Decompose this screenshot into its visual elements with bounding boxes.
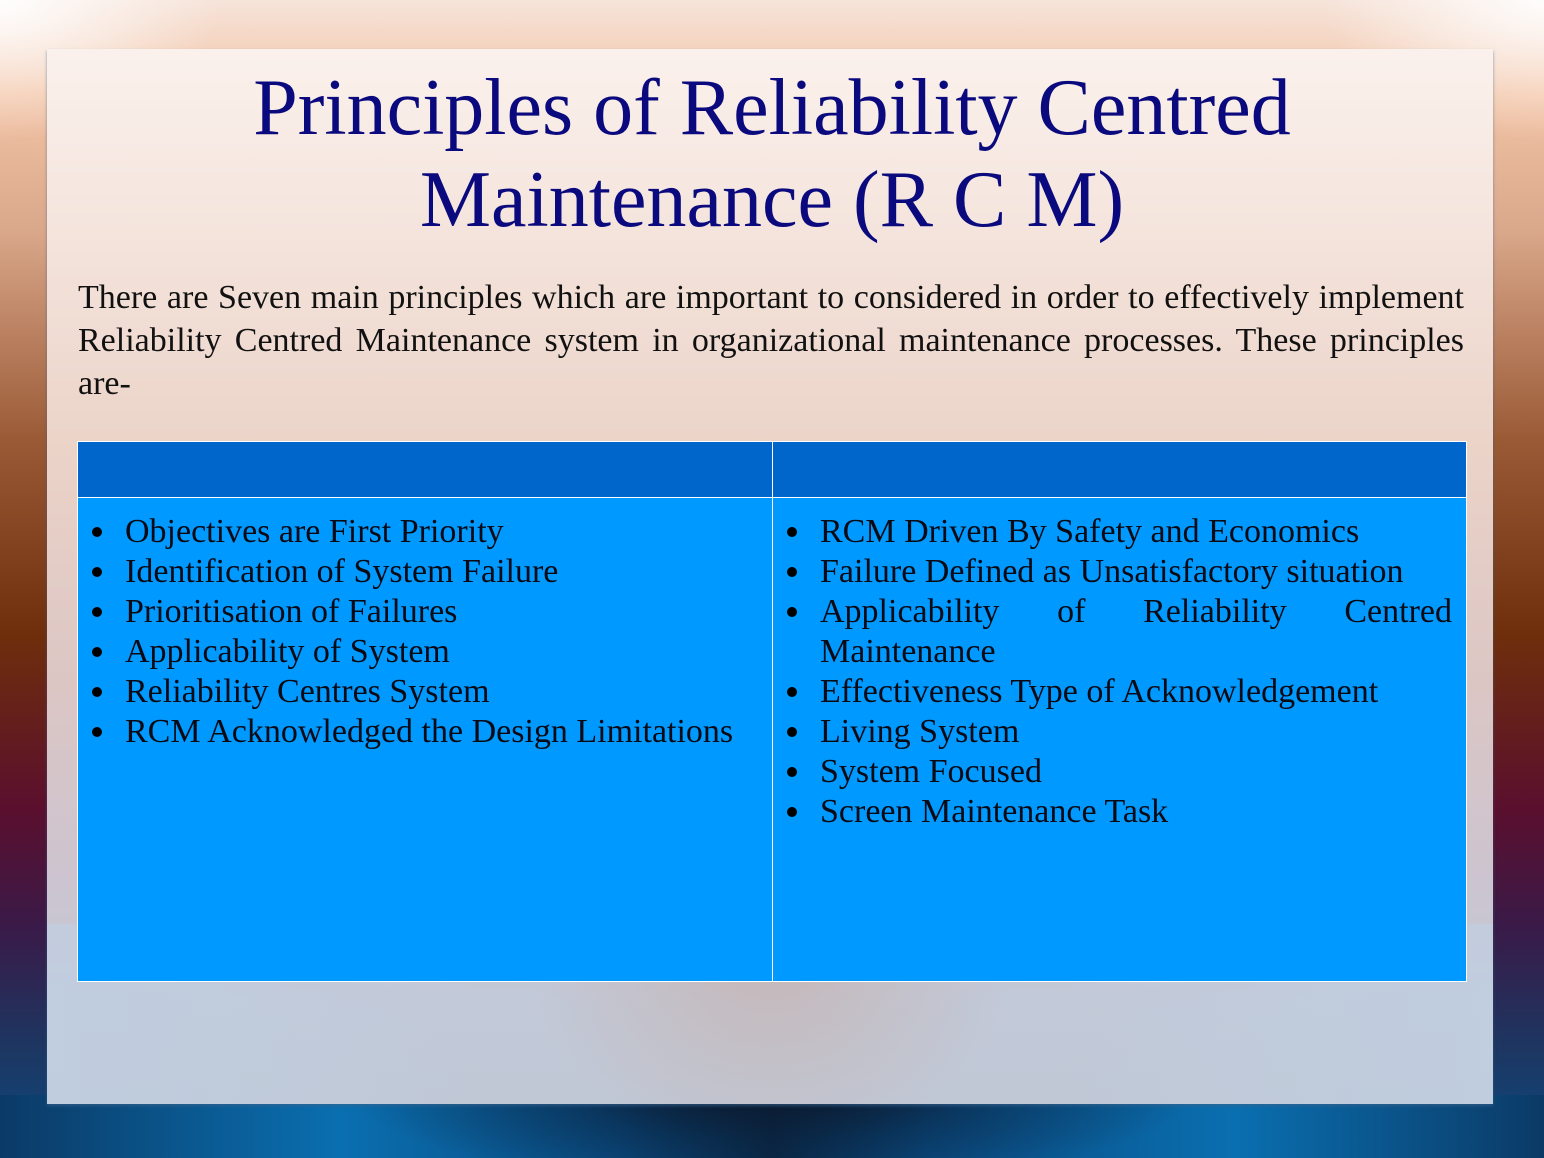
slide-title: Principles of Reliability Centred Mainte… — [0, 62, 1544, 246]
list-item: Reliability Centres System — [92, 672, 758, 712]
table-header-cell-left — [77, 441, 773, 498]
table-header-cell-right — [772, 441, 1467, 498]
bullet-dot-icon — [787, 767, 797, 777]
list-item: RCM Driven By Safety and Economics — [787, 512, 1452, 552]
list-item: Objectives are First Priority — [92, 512, 758, 552]
list-item-text: Identification of System Failure — [125, 553, 559, 590]
list-item: Applicability of System — [92, 632, 758, 672]
table-body-row: Objectives are First Priority Identificat… — [77, 497, 1467, 982]
bullet-dot-icon — [92, 567, 102, 577]
list-item-text: Applicability of Reliability Centred Mai… — [820, 593, 1452, 670]
bullet-dot-icon — [92, 527, 102, 537]
bullet-dot-icon — [787, 807, 797, 817]
principles-list-right: RCM Driven By Safety and Economics Failur… — [773, 498, 1466, 832]
list-item-text: Applicability of System — [125, 633, 450, 670]
list-item-text: Objectives are First Priority — [125, 513, 504, 550]
background-bottom-band — [0, 1095, 1544, 1158]
list-item-text: RCM Driven By Safety and Economics — [820, 513, 1360, 550]
list-item-text: Failure Defined as Unsatisfactory situat… — [820, 553, 1404, 590]
slide-title-line-1: Principles of Reliability Centred — [253, 64, 1291, 152]
bullet-dot-icon — [92, 607, 102, 617]
table-cell-left: Objectives are First Priority Identificat… — [77, 497, 773, 982]
list-item: System Focused — [787, 752, 1452, 792]
list-item: Effectiveness Type of Acknowledgement — [787, 672, 1452, 712]
list-item-text: Living System — [820, 713, 1020, 750]
list-item: Failure Defined as Unsatisfactory situat… — [787, 552, 1452, 592]
list-item-text: System Focused — [820, 753, 1042, 790]
intro-paragraph: There are Seven main principles which ar… — [78, 279, 1464, 402]
list-item-text: Reliability Centres System — [125, 673, 490, 710]
bullet-dot-icon — [92, 687, 102, 697]
list-item: Identification of System Failure — [92, 552, 758, 592]
list-item-text: Screen Maintenance Task — [820, 793, 1169, 830]
bullet-dot-icon — [92, 727, 102, 737]
list-item: Applicability of Reliability Centred Mai… — [787, 592, 1452, 672]
list-item: RCM Acknowledged the Design Limitations — [92, 712, 758, 752]
slide-title-line-2: Maintenance (R C M) — [419, 156, 1125, 244]
list-item: Living System — [787, 712, 1452, 752]
bullet-dot-icon — [787, 687, 797, 697]
list-item: Prioritisation of Failures — [92, 592, 758, 632]
table-header-row — [77, 441, 1467, 498]
bullet-dot-icon — [787, 527, 797, 537]
table-cell-right: RCM Driven By Safety and Economics Failur… — [772, 497, 1467, 982]
list-item-text: RCM Acknowledged the Design Limitations — [125, 713, 734, 750]
bullet-dot-icon — [92, 647, 102, 657]
list-item-text: Effectiveness Type of Acknowledgement — [820, 673, 1379, 710]
bullet-dot-icon — [787, 607, 797, 617]
list-item: Screen Maintenance Task — [787, 792, 1452, 832]
bullet-dot-icon — [787, 567, 797, 577]
list-item-text: Prioritisation of Failures — [125, 593, 458, 630]
principles-table: Objectives are First Priority Identificat… — [77, 441, 1467, 982]
principles-list-left: Objectives are First Priority Identificat… — [78, 498, 772, 752]
bullet-dot-icon — [787, 727, 797, 737]
